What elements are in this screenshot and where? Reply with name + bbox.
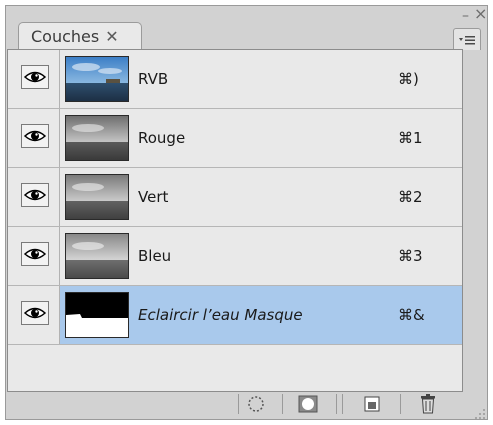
tab-couches[interactable]: Couches ✕ (18, 22, 142, 50)
channel-thumbnail (65, 56, 129, 102)
resize-grip-icon[interactable] (474, 405, 486, 419)
channel-shortcut: ⌘) (398, 70, 419, 88)
visibility-cell (8, 227, 60, 285)
channel-row-vert[interactable]: Vert ⌘2 (8, 168, 462, 227)
channel-thumbnail (65, 233, 129, 279)
visibility-cell (8, 286, 60, 344)
eye-icon[interactable] (21, 124, 49, 148)
eye-icon[interactable] (21, 242, 49, 266)
channel-row-bleu[interactable]: Bleu ⌘3 (8, 227, 462, 286)
channel-name: RVB (138, 70, 169, 88)
toolbar-divider (336, 394, 337, 414)
channel-name: Rouge (138, 129, 186, 147)
toolbar-divider (400, 394, 401, 414)
channel-thumbnail (65, 292, 129, 338)
eye-icon[interactable] (21, 65, 49, 89)
new-channel-icon[interactable] (354, 392, 390, 415)
visibility-cell (8, 50, 60, 108)
tab-close-icon[interactable]: ✕ (105, 27, 118, 46)
channel-name: Vert (138, 188, 169, 206)
channel-shortcut: ⌘3 (398, 247, 423, 265)
toolbar-divider (282, 394, 283, 414)
channel-thumbnail (65, 115, 129, 161)
channel-name: Bleu (138, 247, 172, 265)
save-selection-icon[interactable] (290, 392, 326, 415)
channel-name: Eclaircir l’eau Masque (138, 306, 303, 324)
channel-shortcut: ⌘& (398, 306, 425, 324)
visibility-cell (8, 109, 60, 167)
channel-row-rouge[interactable]: Rouge ⌘1 (8, 109, 462, 168)
close-icon[interactable]: × (474, 6, 487, 22)
panel-menu-icon[interactable] (453, 28, 481, 50)
visibility-cell (8, 168, 60, 226)
minimize-icon[interactable]: – (462, 9, 469, 23)
channel-shortcut: ⌘1 (398, 129, 423, 147)
toolbar-divider (342, 394, 343, 414)
channel-list: RVB ⌘) Rouge ⌘1 Vert ⌘2 Bleu ⌘3 Eclairci… (7, 49, 463, 392)
channel-row-mask[interactable]: Eclaircir l’eau Masque ⌘& (8, 286, 462, 345)
channel-thumbnail (65, 174, 129, 220)
trash-icon[interactable] (410, 392, 446, 415)
channel-shortcut: ⌘2 (398, 188, 423, 206)
load-selection-icon[interactable] (238, 392, 274, 415)
eye-icon[interactable] (21, 183, 49, 207)
eye-icon[interactable] (21, 301, 49, 325)
channel-row-rvb[interactable]: RVB ⌘) (8, 50, 462, 109)
tab-label: Couches (31, 27, 100, 46)
